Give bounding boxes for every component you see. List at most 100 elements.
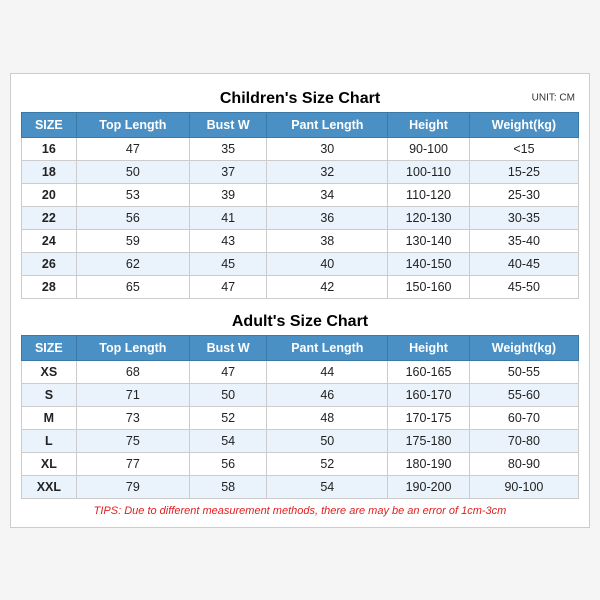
table-cell: 50	[76, 160, 189, 183]
table-cell: 150-160	[388, 275, 470, 298]
table-cell: 170-175	[388, 406, 470, 429]
table-cell: 26	[22, 252, 77, 275]
adults-title: Adult's Size Chart	[21, 313, 579, 331]
table-row: S715046160-17055-60	[22, 383, 579, 406]
table-cell: 35-40	[469, 229, 578, 252]
table-cell: 120-130	[388, 206, 470, 229]
adults-title-row: Adult's Size Chart	[21, 307, 579, 335]
table-cell: 56	[76, 206, 189, 229]
table-cell: 40	[267, 252, 388, 275]
table-cell: 38	[267, 229, 388, 252]
table-cell: S	[22, 383, 77, 406]
table-cell: 47	[189, 275, 266, 298]
children-col-header: SIZE	[22, 112, 77, 137]
table-cell: 190-200	[388, 475, 470, 498]
adults-col-header: SIZE	[22, 335, 77, 360]
table-cell: 41	[189, 206, 266, 229]
table-cell: 62	[76, 252, 189, 275]
table-cell: 34	[267, 183, 388, 206]
table-cell: 70-80	[469, 429, 578, 452]
table-cell: 180-190	[388, 452, 470, 475]
adults-header-row: SIZETop LengthBust WPant LengthHeightWei…	[22, 335, 579, 360]
table-cell: 71	[76, 383, 189, 406]
table-cell: 35	[189, 137, 266, 160]
table-row: L755450175-18070-80	[22, 429, 579, 452]
table-cell: 50	[267, 429, 388, 452]
table-cell: 24	[22, 229, 77, 252]
table-cell: 160-165	[388, 360, 470, 383]
table-row: 24594338130-14035-40	[22, 229, 579, 252]
table-cell: 30	[267, 137, 388, 160]
table-cell: 52	[267, 452, 388, 475]
tips-text: TIPS: Due to different measurement metho…	[21, 505, 579, 517]
table-cell: 160-170	[388, 383, 470, 406]
table-cell: 42	[267, 275, 388, 298]
children-col-header: Bust W	[189, 112, 266, 137]
adults-col-header: Height	[388, 335, 470, 360]
table-row: XXL795854190-20090-100	[22, 475, 579, 498]
table-cell: 100-110	[388, 160, 470, 183]
table-cell: 20	[22, 183, 77, 206]
table-cell: 79	[76, 475, 189, 498]
table-cell: 54	[189, 429, 266, 452]
table-cell: 140-150	[388, 252, 470, 275]
children-body: 1647353090-100<1518503732100-11015-25205…	[22, 137, 579, 298]
table-cell: 52	[189, 406, 266, 429]
table-cell: 60-70	[469, 406, 578, 429]
table-cell: M	[22, 406, 77, 429]
table-cell: <15	[469, 137, 578, 160]
table-cell: 43	[189, 229, 266, 252]
table-cell: 36	[267, 206, 388, 229]
table-cell: 56	[189, 452, 266, 475]
table-cell: 15-25	[469, 160, 578, 183]
table-cell: 59	[76, 229, 189, 252]
table-cell: 44	[267, 360, 388, 383]
table-cell: 47	[189, 360, 266, 383]
table-cell: 45	[189, 252, 266, 275]
table-cell: 68	[76, 360, 189, 383]
children-title: Children's Size Chart	[21, 90, 579, 108]
table-cell: 40-45	[469, 252, 578, 275]
children-table: SIZETop LengthBust WPant LengthHeightWei…	[21, 112, 579, 299]
chart-container: Children's Size Chart UNIT: CM SIZETop L…	[10, 73, 590, 528]
table-cell: 28	[22, 275, 77, 298]
table-cell: XS	[22, 360, 77, 383]
children-col-header: Pant Length	[267, 112, 388, 137]
children-header-row: SIZETop LengthBust WPant LengthHeightWei…	[22, 112, 579, 137]
table-cell: 77	[76, 452, 189, 475]
adults-col-header: Weight(kg)	[469, 335, 578, 360]
table-cell: 48	[267, 406, 388, 429]
table-cell: 30-35	[469, 206, 578, 229]
table-cell: 50-55	[469, 360, 578, 383]
adults-col-header: Pant Length	[267, 335, 388, 360]
table-cell: 25-30	[469, 183, 578, 206]
adults-col-header: Top Length	[76, 335, 189, 360]
table-cell: 18	[22, 160, 77, 183]
table-cell: 65	[76, 275, 189, 298]
table-cell: 37	[189, 160, 266, 183]
table-row: XS684744160-16550-55	[22, 360, 579, 383]
children-col-header: Top Length	[76, 112, 189, 137]
table-row: 20533934110-12025-30	[22, 183, 579, 206]
table-cell: 75	[76, 429, 189, 452]
table-cell: 73	[76, 406, 189, 429]
table-cell: 47	[76, 137, 189, 160]
table-cell: 32	[267, 160, 388, 183]
table-cell: 90-100	[388, 137, 470, 160]
table-cell: 130-140	[388, 229, 470, 252]
table-cell: 58	[189, 475, 266, 498]
table-row: 18503732100-11015-25	[22, 160, 579, 183]
table-cell: 90-100	[469, 475, 578, 498]
table-cell: 39	[189, 183, 266, 206]
table-cell: L	[22, 429, 77, 452]
children-title-row: Children's Size Chart UNIT: CM	[21, 84, 579, 112]
table-cell: 80-90	[469, 452, 578, 475]
table-row: 28654742150-16045-50	[22, 275, 579, 298]
table-row: M735248170-17560-70	[22, 406, 579, 429]
children-col-header: Height	[388, 112, 470, 137]
table-cell: 46	[267, 383, 388, 406]
table-cell: 50	[189, 383, 266, 406]
table-cell: 54	[267, 475, 388, 498]
table-row: XL775652180-19080-90	[22, 452, 579, 475]
table-cell: XL	[22, 452, 77, 475]
